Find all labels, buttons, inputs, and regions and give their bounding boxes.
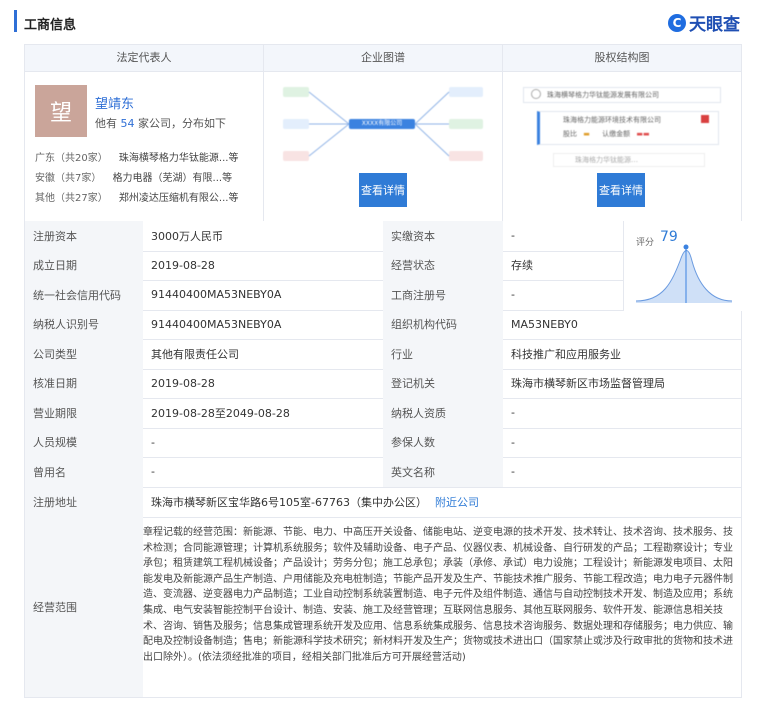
equity-ratio-value: ▬ — [583, 130, 590, 138]
company-count[interactable]: 54 — [121, 117, 135, 130]
brand-logo[interactable]: C 天眼查 — [668, 10, 740, 35]
business-scope-text: 章程记载的经营范围：新能源、节能、电力、中高压开关设备、储能电站、逆变电源的技术… — [143, 527, 733, 663]
region-company: 珠海横琴格力华钛能源...等 — [118, 153, 239, 164]
field-value: 91440400MA53NEBY0A — [151, 288, 282, 302]
field-value: 2019-08-28 — [151, 258, 215, 272]
header-bar: 工商信息 C 天眼查 — [0, 0, 766, 44]
field-label: 核准日期 — [25, 368, 143, 398]
field-label: 统一社会信用代码 — [25, 280, 143, 310]
region-row[interactable]: 广东（共20家） 珠海横琴格力华钛能源...等 — [35, 149, 238, 164]
field-label: 人员规模 — [25, 427, 143, 457]
equity-ratio-label: 股比 — [563, 130, 577, 138]
field-value: - — [511, 435, 515, 449]
info-row: 人员规模 - 参保人数 - — [25, 427, 741, 458]
graph-header: 企业图谱 — [264, 45, 502, 72]
field-value: 珠海市横琴新区市场监督管理局 — [511, 377, 665, 391]
field-value: 2019-08-28至2049-08-28 — [151, 406, 290, 420]
title-accent — [14, 10, 17, 32]
info-row: 曾用名 - 英文名称 - — [25, 457, 741, 488]
equity-mid-company: 珠海格力能源环境技术有限公司 — [563, 116, 661, 124]
field-value: - — [151, 465, 155, 479]
equity-amount-value: ▬▬ — [636, 130, 650, 138]
field-label: 注册资本 — [25, 221, 143, 251]
field-value: 3000万人民币 — [151, 229, 223, 243]
region-row[interactable]: 安徽（共7家） 格力电器（芜湖）有限...等 — [35, 169, 232, 184]
field-label: 组织机构代码 — [383, 309, 503, 339]
enterprise-graph-preview: XXXX有限公司 — [279, 79, 491, 169]
info-row: 核准日期 2019-08-28 登记机关 珠海市横琴新区市场监督管理局 — [25, 368, 741, 399]
nearby-companies-link[interactable]: 附近公司 — [435, 494, 479, 510]
field-value: 科技推广和应用服务业 — [511, 347, 621, 361]
address-text: 珠海市横琴新区宝华路6号105室-67763（集中办公区） — [151, 496, 427, 509]
field-label: 经营状态 — [383, 250, 503, 280]
field-value: - — [511, 465, 515, 479]
field-value: MA53NEBY0 — [511, 317, 578, 331]
field-label: 营业期限 — [25, 398, 143, 428]
equity-header: 股权结构图 — [503, 45, 741, 72]
info-row: 营业期限 2019-08-28至2049-08-28 纳税人资质 - — [25, 398, 741, 429]
field-label: 英文名称 — [383, 457, 503, 487]
tianyancha-logo-icon: C — [668, 13, 686, 32]
info-row: 纳税人识别号 91440400MA53NEBY0A 组织机构代码 MA53NEBY0 — [25, 309, 741, 340]
field-label: 公司类型 — [25, 339, 143, 369]
score-widget[interactable]: 评分 79 — [623, 221, 742, 311]
address-label: 注册地址 — [25, 487, 143, 517]
field-value: - — [151, 435, 155, 449]
summary-prefix: 他有 — [95, 117, 117, 130]
equity-bottom-company: 珠海格力华钛能源… — [575, 156, 638, 164]
scope-label: 经营范围 — [25, 517, 143, 697]
equity-detail: 股比 ▬ 认缴金额 ▬▬ — [563, 129, 650, 139]
score-distribution-chart — [635, 244, 733, 303]
region-label: 安徽（共7家） — [35, 173, 102, 184]
section-title: 工商信息 — [24, 18, 77, 33]
legal-rep-name[interactable]: 望靖东 — [95, 93, 134, 112]
info-row: 公司类型 其他有限责任公司 行业 科技推广和应用服务业 — [25, 339, 741, 370]
region-label: 其他（共27家） — [35, 193, 108, 204]
address-value: 珠海市横琴新区宝华路6号105室-67763（集中办公区） 附近公司 — [143, 487, 741, 517]
region-row[interactable]: 其他（共27家） 郑州凌达压缩机有限公...等 — [35, 189, 238, 204]
equity-amount-label: 认缴金额 — [602, 130, 631, 138]
graph-edges — [308, 91, 450, 157]
field-value: 2019-08-28 — [151, 376, 215, 390]
region-label: 广东（共20家） — [35, 153, 108, 164]
field-label: 纳税人识别号 — [25, 309, 143, 339]
equity-top-company: 珠海横琴格力华钛能源发展有限公司 — [547, 91, 659, 99]
field-label: 纳税人资质 — [383, 398, 503, 428]
legal-rep-summary: 他有 54 家公司，分布如下 — [95, 115, 226, 131]
avatar[interactable]: 望 — [35, 85, 87, 137]
field-label: 行业 — [383, 339, 503, 369]
graph-view-detail-button[interactable]: 查看详情 — [359, 173, 407, 207]
field-value: 91440400MA53NEBY0A — [151, 317, 282, 331]
field-label: 工商注册号 — [383, 280, 503, 310]
info-row: 注册地址 珠海市横琴新区宝华路6号105室-67763（集中办公区） 附近公司 — [25, 487, 741, 518]
divider — [263, 45, 264, 221]
field-label: 参保人数 — [383, 427, 503, 457]
region-company: 格力电器（芜湖）有限...等 — [112, 173, 233, 184]
summary-suffix: 家公司，分布如下 — [138, 117, 226, 130]
field-label: 曾用名 — [25, 457, 143, 487]
field-label: 成立日期 — [25, 250, 143, 280]
business-info-panel: 法定代表人 企业图谱 股权结构图 望 望靖东 他有 54 家公司，分布如下 广东… — [24, 44, 742, 698]
field-label: 登记机关 — [383, 368, 503, 398]
field-label: 实缴资本 — [383, 221, 503, 251]
circle-icon — [531, 89, 541, 99]
field-value: - — [511, 406, 515, 420]
brand-name: 天眼查 — [689, 15, 740, 35]
region-company: 郑州凌达压缩机有限公...等 — [118, 193, 239, 204]
legal-rep-header: 法定代表人 — [25, 45, 263, 72]
expand-icon — [701, 115, 709, 123]
field-value: 其他有限责任公司 — [151, 347, 239, 361]
equity-view-detail-button[interactable]: 查看详情 — [597, 173, 645, 207]
divider — [502, 45, 503, 221]
